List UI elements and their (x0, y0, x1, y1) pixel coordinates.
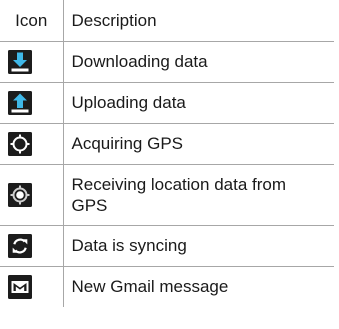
download-icon (8, 49, 32, 74)
icon-cell (0, 40, 64, 83)
icon-cell (0, 81, 64, 124)
icon-cell (0, 122, 64, 165)
upload-icon (8, 90, 32, 115)
description-cell: Data is syncing (62, 224, 334, 267)
icon-cell (0, 224, 64, 267)
header-icon: Icon (0, 0, 64, 42)
table-row: Data is syncing (0, 224, 334, 267)
table-row: Acquiring GPS (0, 122, 334, 165)
icon-cell (0, 163, 64, 226)
sync-icon (8, 233, 32, 258)
table-header-row: Icon Description (0, 0, 334, 42)
description-cell: Acquiring GPS (62, 122, 334, 165)
table-row: Uploading data (0, 81, 334, 124)
table-row: Receiving location data from GPS (0, 163, 334, 226)
header-description: Description (62, 0, 334, 42)
description-cell: Uploading data (62, 81, 334, 124)
description-cell: Downloading data (62, 40, 334, 83)
description-cell: Receiving location data from GPS (62, 163, 334, 226)
status-icons-table: Icon Description Downloading data Upload… (0, 0, 334, 307)
gps-acquiring-icon (8, 131, 32, 156)
gps-receiving-icon (8, 182, 32, 207)
table-row: Downloading data (0, 40, 334, 83)
gmail-icon (8, 274, 32, 299)
icon-cell (0, 265, 64, 307)
table-row: New Gmail message (0, 265, 334, 307)
description-cell: New Gmail message (62, 265, 334, 307)
